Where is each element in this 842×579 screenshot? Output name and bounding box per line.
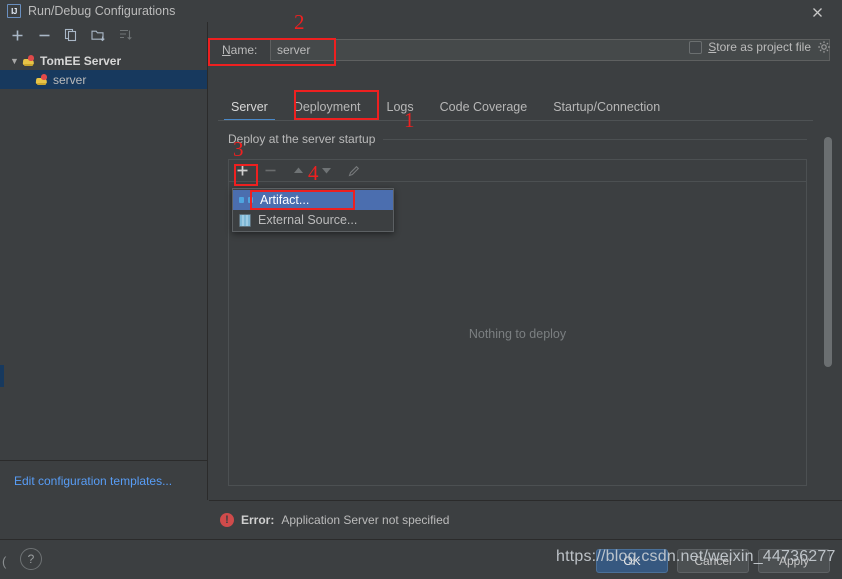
error-message: Application Server not specified: [281, 512, 450, 527]
error-icon: !: [220, 512, 234, 527]
copy-icon[interactable]: [62, 26, 80, 44]
tree-group-tomee-server[interactable]: ▼ TomEE Server: [0, 51, 207, 70]
tab-deployment[interactable]: Deployment: [281, 94, 374, 120]
tomee-icon: [34, 73, 49, 87]
menu-item-artifact[interactable]: Artifact...: [233, 190, 393, 210]
tab-startup-connection[interactable]: Startup/Connection: [540, 94, 673, 120]
error-prefix: Error:: [241, 512, 275, 527]
store-as-project-file-checkbox[interactable]: [689, 40, 703, 54]
remove-configuration-button[interactable]: [35, 26, 53, 44]
edit-configuration-templates-link[interactable]: Edit configuration templates...: [14, 474, 172, 488]
tree-group-label: TomEE Server: [40, 53, 122, 68]
configurations-sidebar: ▼ TomEE Server server Edit configuration…: [0, 22, 208, 500]
sidebar-toolbar: [0, 22, 207, 48]
name-label: Name:: [222, 43, 258, 57]
arrow-down-icon[interactable]: [317, 162, 335, 180]
tree-item-label: server: [53, 72, 87, 87]
external-source-icon: [239, 213, 251, 227]
tab-code-coverage[interactable]: Code Coverage: [427, 94, 541, 120]
configuration-editor-panel: Name: Store as project file Server Deplo…: [209, 22, 842, 500]
dialog-button-bar: ( ? OK Cancel Apply: [0, 539, 842, 579]
deployment-toolbar: [228, 159, 807, 181]
intellij-idea-icon: IJ: [7, 4, 21, 18]
menu-item-label: Artifact...: [260, 193, 310, 207]
store-as-project-file-label: Store as project file: [708, 40, 811, 54]
configuration-tabs: Server Deployment Logs Code Coverage Sta…: [218, 92, 832, 121]
section-divider: [383, 138, 807, 140]
remove-deployment-button[interactable]: [261, 162, 279, 180]
add-deployment-popup-menu: Artifact... External Source...: [232, 188, 394, 232]
run-debug-configurations-dialog: IJ Run/Debug Configurations ▼ TomEE Serv…: [0, 0, 842, 579]
sort-icon[interactable]: [116, 26, 134, 44]
window-title: Run/Debug Configurations: [28, 4, 176, 18]
corner-glyph: (: [2, 554, 7, 569]
apply-button[interactable]: Apply: [758, 549, 830, 573]
tab-logs[interactable]: Logs: [374, 94, 427, 120]
help-button[interactable]: ?: [20, 548, 42, 570]
store-as-project-file-row[interactable]: Store as project file: [689, 40, 831, 54]
deployment-tab-content: Deploy at the server startup Nothing to …: [218, 120, 813, 500]
tab-server[interactable]: Server: [218, 94, 281, 121]
add-deployment-button[interactable]: [233, 162, 251, 180]
add-configuration-button[interactable]: [8, 26, 26, 44]
arrow-up-icon[interactable]: [289, 162, 307, 180]
gear-icon[interactable]: [817, 40, 831, 54]
empty-list-text: Nothing to deploy: [468, 326, 567, 341]
error-bar: ! Error: Application Server not specifie…: [209, 500, 842, 538]
deploy-section-header: Deploy at the server startup: [228, 131, 807, 147]
ok-button[interactable]: OK: [596, 549, 668, 573]
menu-item-label: External Source...: [258, 213, 358, 227]
main-scrollbar[interactable]: [823, 132, 833, 492]
tree-item-server[interactable]: server: [0, 70, 207, 89]
scrollbar-thumb[interactable]: [824, 137, 832, 367]
pencil-icon[interactable]: [345, 162, 363, 180]
cancel-button[interactable]: Cancel: [677, 549, 749, 573]
dialog-actions: OK Cancel Apply: [596, 549, 830, 573]
close-icon[interactable]: [802, 0, 832, 24]
deploy-section-title: Deploy at the server startup: [228, 132, 376, 146]
folder-save-icon[interactable]: [89, 26, 107, 44]
chevron-down-icon[interactable]: ▼: [8, 56, 21, 66]
left-edge-marker: [0, 365, 4, 387]
artifact-icon: [239, 194, 253, 206]
title-bar: IJ Run/Debug Configurations: [0, 0, 842, 22]
tomee-icon: [21, 54, 36, 68]
sidebar-footer: Edit configuration templates...: [0, 460, 208, 500]
menu-item-external-source[interactable]: External Source...: [233, 210, 393, 230]
configurations-tree: ▼ TomEE Server server: [0, 48, 207, 89]
